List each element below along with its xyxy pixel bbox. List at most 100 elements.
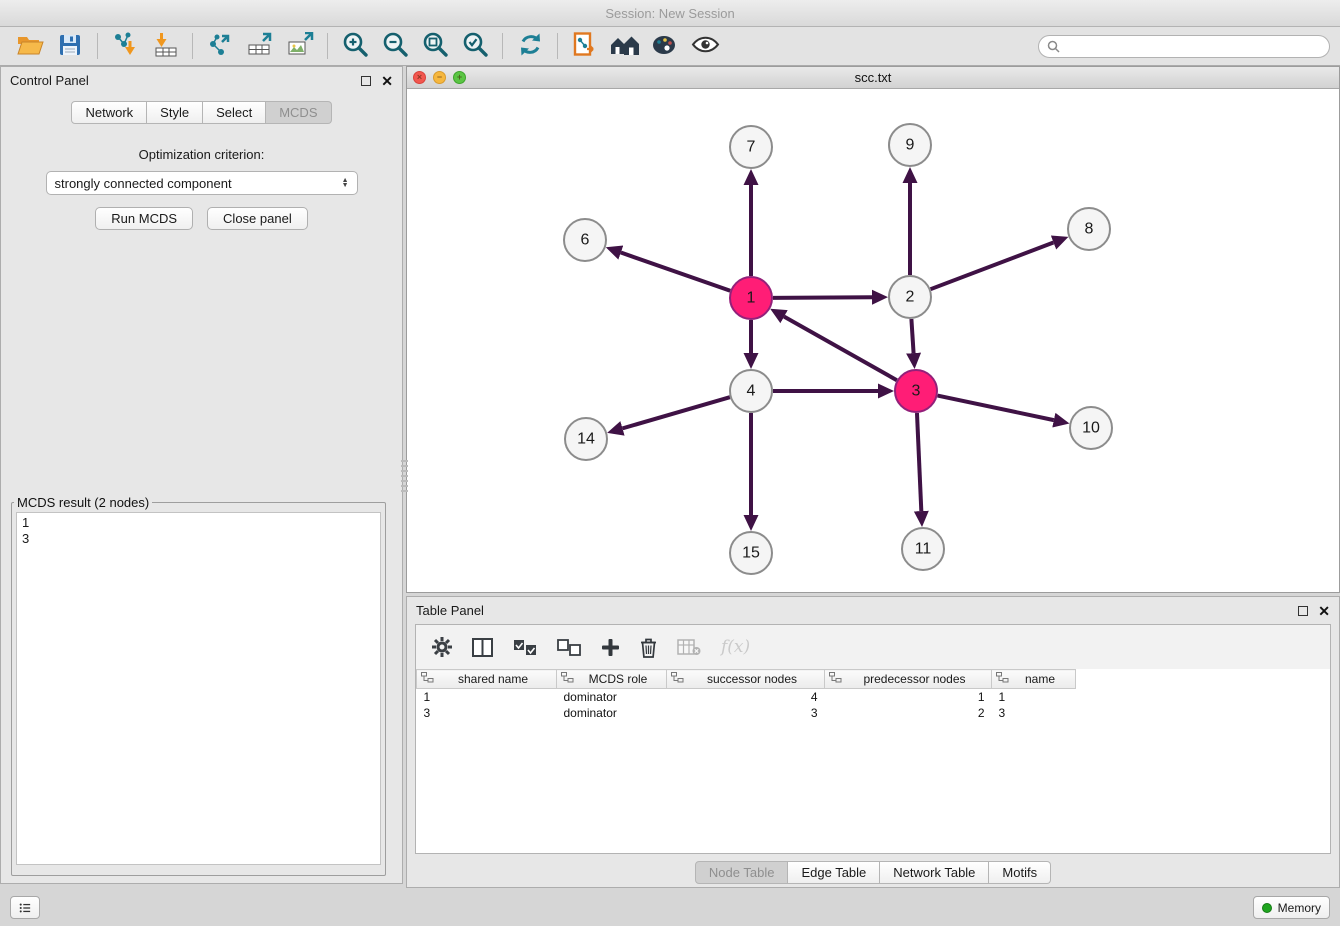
column-header-name[interactable]: name: [992, 670, 1076, 689]
column-type-icon: [996, 672, 1009, 686]
table-row[interactable]: 3dominator323: [417, 705, 1331, 721]
search-input[interactable]: [1065, 39, 1321, 53]
network-window-titlebar[interactable]: scc.txt × − +: [407, 67, 1339, 89]
criterion-dropdown[interactable]: strongly connected component ▲▼: [46, 171, 358, 195]
table-cell[interactable]: dominator: [557, 689, 667, 706]
table-cell-filler: [1076, 689, 1331, 706]
show-column-icon[interactable]: [472, 638, 493, 657]
edge-3-1[interactable]: [784, 317, 897, 381]
zoom-fit-button[interactable]: [415, 30, 455, 62]
network-view-window: scc.txt × − + 7 9 6 8 1 2 4 3 14 10 15 11: [406, 66, 1340, 593]
deselect-all-columns-icon[interactable]: [557, 639, 581, 656]
open-document-button[interactable]: [565, 30, 605, 62]
select-all-columns-icon[interactable]: [513, 639, 537, 656]
edge-4-14[interactable]: [622, 397, 729, 428]
memory-button[interactable]: Memory: [1253, 896, 1330, 919]
node-6[interactable]: 6: [564, 219, 606, 261]
control-panel: Control Panel ✕ NetworkStyleSelectMCDS O…: [0, 66, 403, 884]
node-4[interactable]: 4: [730, 370, 772, 412]
zoom-out-icon: [382, 31, 409, 61]
mcds-result-item[interactable]: 3: [22, 531, 375, 547]
edge-3-11[interactable]: [917, 413, 921, 511]
control-panel-tab-style[interactable]: Style: [147, 101, 203, 124]
edge-1-2[interactable]: [773, 297, 872, 298]
control-panel-tab-network[interactable]: Network: [71, 101, 147, 124]
column-header-successor-nodes[interactable]: successor nodes: [667, 670, 825, 689]
memory-label: Memory: [1278, 901, 1321, 915]
node-8[interactable]: 8: [1068, 208, 1110, 250]
table-row[interactable]: 1dominator411: [417, 689, 1331, 706]
home-button[interactable]: [605, 30, 645, 62]
import-network-icon: [112, 32, 139, 60]
node-7[interactable]: 7: [730, 126, 772, 168]
node-9[interactable]: 9: [889, 124, 931, 166]
run-mcds-button[interactable]: Run MCDS: [95, 207, 193, 230]
refresh-layout-icon: [517, 32, 544, 60]
show-graphics-button[interactable]: [685, 30, 725, 62]
mcds-result-item[interactable]: 1: [22, 515, 375, 531]
close-panel-button[interactable]: Close panel: [207, 207, 308, 230]
table-tab-motifs[interactable]: Motifs: [989, 861, 1051, 884]
table-tab-node-table[interactable]: Node Table: [695, 861, 789, 884]
export-table-button[interactable]: [240, 30, 280, 62]
search-icon: [1047, 40, 1060, 53]
export-network-button[interactable]: [200, 30, 240, 62]
table-cell[interactable]: 3: [667, 705, 825, 721]
node-11[interactable]: 11: [902, 528, 944, 570]
table-cell[interactable]: 2: [825, 705, 992, 721]
edge-2-3[interactable]: [911, 319, 913, 353]
search-box[interactable]: [1038, 35, 1330, 58]
open-session-button[interactable]: [10, 30, 50, 62]
delete-column-icon[interactable]: [640, 637, 657, 658]
table-cell[interactable]: 1: [825, 689, 992, 706]
column-header-mcds-role[interactable]: MCDS role: [557, 670, 667, 689]
node-label-9: 9: [906, 137, 915, 154]
table-settings-gear-icon[interactable]: [432, 637, 452, 657]
zoom-out-button[interactable]: [375, 30, 415, 62]
column-header-shared-name[interactable]: shared name: [417, 670, 557, 689]
status-bar: Memory: [0, 888, 1340, 926]
zoom-selected-button[interactable]: [455, 30, 495, 62]
column-header-predecessor-nodes[interactable]: predecessor nodes: [825, 670, 992, 689]
save-session-button[interactable]: [50, 30, 90, 62]
add-column-icon[interactable]: [601, 638, 620, 657]
table-tab-network-table[interactable]: Network Table: [880, 861, 989, 884]
column-type-icon: [421, 672, 434, 686]
node-1[interactable]: 1: [730, 277, 772, 319]
node-15[interactable]: 15: [730, 532, 772, 574]
table-cell[interactable]: 1: [992, 689, 1076, 706]
close-window-icon[interactable]: ×: [413, 71, 426, 84]
maximize-window-icon[interactable]: +: [453, 71, 466, 84]
control-panel-tab-mcds[interactable]: MCDS: [266, 101, 331, 124]
pane-divider-grip[interactable]: [401, 460, 408, 494]
float-table-panel-icon[interactable]: [1298, 606, 1308, 616]
table-cell[interactable]: dominator: [557, 705, 667, 721]
close-table-panel-icon[interactable]: ✕: [1318, 606, 1330, 616]
node-10[interactable]: 10: [1070, 407, 1112, 449]
control-panel-tab-select[interactable]: Select: [203, 101, 266, 124]
apply-style-button[interactable]: [645, 30, 685, 62]
table-cell[interactable]: 3: [417, 705, 557, 721]
table-cell[interactable]: 4: [667, 689, 825, 706]
node-14[interactable]: 14: [565, 418, 607, 460]
float-panel-icon[interactable]: [361, 76, 371, 86]
import-table-button[interactable]: [145, 30, 185, 62]
close-panel-icon[interactable]: ✕: [381, 76, 393, 86]
zoom-in-button[interactable]: [335, 30, 375, 62]
import-network-button[interactable]: [105, 30, 145, 62]
edge-2-8[interactable]: [931, 242, 1054, 289]
table-cell[interactable]: 1: [417, 689, 557, 706]
export-image-button[interactable]: [280, 30, 320, 62]
table-cell[interactable]: 3: [992, 705, 1076, 721]
table-tab-edge-table[interactable]: Edge Table: [788, 861, 880, 884]
refresh-layout-button[interactable]: [510, 30, 550, 62]
task-history-button[interactable]: [10, 896, 40, 919]
minimize-window-icon[interactable]: −: [433, 71, 446, 84]
node-3[interactable]: 3: [895, 370, 937, 412]
edge-3-10[interactable]: [938, 396, 1054, 421]
edge-1-6[interactable]: [621, 253, 730, 291]
network-graph[interactable]: 7 9 6 8 1 2 4 3 14 10 15 11: [407, 89, 1339, 592]
mcds-result-list[interactable]: 13: [16, 512, 381, 865]
node-2[interactable]: 2: [889, 276, 931, 318]
network-canvas[interactable]: 7 9 6 8 1 2 4 3 14 10 15 11: [407, 89, 1339, 592]
